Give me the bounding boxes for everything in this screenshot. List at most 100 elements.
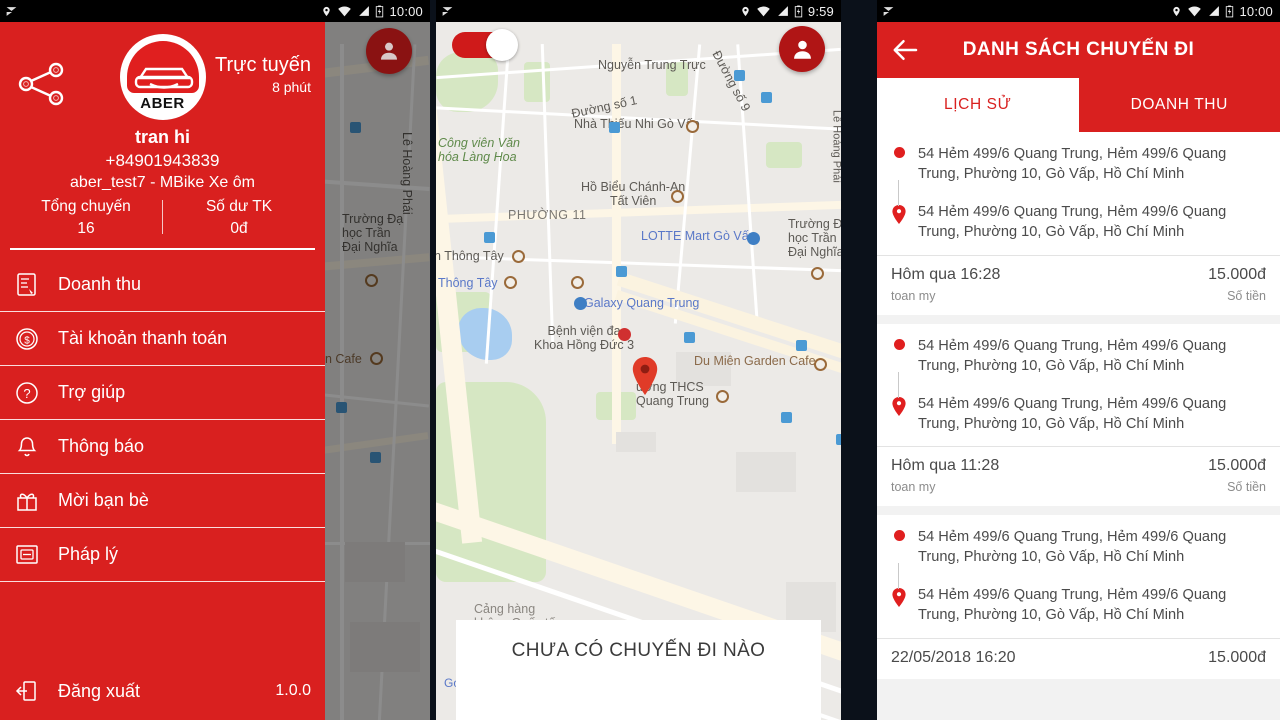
trip-time: Hôm qua 11:28 <box>891 457 1000 474</box>
car-icon <box>134 67 193 89</box>
stat-balance: Số dư TK 0đ <box>163 198 315 238</box>
map-label: LOTTE Mart Gò Vấp <box>641 229 756 243</box>
phone-panel-drawer: Lê Hoàng Phái Trường Đạ học Trần Đại Nghĩa… <box>0 0 430 720</box>
trip-card[interactable]: 54 Hẻm 499/6 Quang Trung, Hẻm 499/6 Quan… <box>877 132 1280 315</box>
online-status-duration: 8 phút <box>272 79 311 95</box>
online-status: Trực tuyến 8 phút <box>215 54 311 95</box>
trip-meta-left: Hôm qua 11:28 toan my <box>891 457 999 494</box>
map-canvas[interactable]: Nguyễn Trung Trực Đường số 1 Đường số 9 … <box>436 22 841 720</box>
online-status-title: Trực tuyến <box>214 54 311 76</box>
person-icon <box>793 40 811 59</box>
trip-passenger: toan my <box>891 480 936 494</box>
page-title: DANH SÁCH CHUYẾN ĐI <box>962 39 1195 60</box>
app-version: 1.0.0 <box>275 682 311 699</box>
status-bar: 10:00 <box>877 0 1280 22</box>
menu-item-legal[interactable]: Pháp lý <box>0 528 325 582</box>
tab-history[interactable]: LỊCH SỬ <box>877 78 1079 132</box>
stat-value: 0đ <box>230 220 248 237</box>
app-notification-icon <box>6 6 17 16</box>
status-bar-left <box>882 5 895 18</box>
location-icon <box>323 6 331 16</box>
map-label: Thông Tây <box>438 276 498 290</box>
trip-time: 22/05/2018 16:20 <box>891 648 1016 666</box>
menu-item-label: Pháp lý <box>58 544 119 564</box>
menu-item-label: Tài khoản thanh toán <box>58 328 228 348</box>
wifi-icon <box>757 6 770 17</box>
menu-item-help[interactable]: ? Trợ giúp <box>0 366 325 420</box>
toggle-knob <box>486 29 518 61</box>
user-stats: Tổng chuyến 16 Số dư TK 0đ <box>10 198 315 238</box>
avatar-button[interactable] <box>366 28 412 74</box>
battery-icon <box>794 5 803 17</box>
screenshot-root: Lê Hoàng Phái Trường Đạ học Trần Đại Nghĩa… <box>0 0 1280 720</box>
signal-icon <box>359 6 370 16</box>
svg-text:$: $ <box>24 335 30 346</box>
menu-item-label: Mời bạn bè <box>58 490 149 510</box>
dropoff-address: 54 Hẻm 499/6 Quang Trung, Hẻm 499/6 Quan… <box>918 395 1227 432</box>
route-connector <box>898 563 899 589</box>
logout-icon <box>14 678 40 704</box>
dropoff-pin-icon <box>891 585 907 608</box>
map-label: PHƯỜNG 11 <box>508 208 587 222</box>
wallet-icon: $ <box>14 326 40 352</box>
map-label: Công viên Văn hóa Làng Hoa <box>438 136 521 164</box>
trip-card[interactable]: 54 Hẻm 499/6 Quang Trung, Hẻm 499/6 Quan… <box>877 323 1280 506</box>
map-pin-icon[interactable] <box>632 357 658 395</box>
dropoff-address: 54 Hẻm 499/6 Quang Trung, Hẻm 499/6 Quan… <box>918 204 1227 241</box>
menu-item-invite-friends[interactable]: Mời bạn bè <box>0 474 325 528</box>
pickup-address: 54 Hẻm 499/6 Quang Trung, Hẻm 499/6 Quan… <box>918 146 1227 183</box>
logo-text: ABER <box>140 95 185 112</box>
trip-meta-left: 22/05/2018 16:20 <box>891 649 1016 667</box>
online-toggle[interactable] <box>452 29 518 61</box>
menu-item-notifications[interactable]: Thông báo <box>0 420 325 474</box>
tab-revenue[interactable]: DOANH THU <box>1079 78 1280 132</box>
svg-text:?: ? <box>23 386 30 401</box>
user-name: tran hi <box>134 127 190 147</box>
trip-passenger: toan my <box>891 288 936 303</box>
share-icon[interactable] <box>16 58 68 110</box>
trip-card[interactable]: 54 Hẻm 499/6 Quang Trung, Hẻm 499/6 Quan… <box>877 515 1280 679</box>
battery-icon <box>1226 5 1234 17</box>
pickup-row: 54 Hẻm 499/6 Quang Trung, Hẻm 499/6 Quan… <box>891 144 1268 184</box>
map-label: Lê Hoàng Phái <box>830 110 841 183</box>
stat-total-trips: Tổng chuyến 16 <box>10 198 162 238</box>
pickup-row: 54 Hẻm 499/6 Quang Trung, Hẻm 499/6 Quan… <box>891 336 1268 376</box>
drawer-header: Trực tuyến 8 phút ABER tran hi +84901943… <box>0 22 325 258</box>
map-label: Galaxy Quang Trung <box>584 296 700 310</box>
gift-icon <box>14 488 40 514</box>
trip-addresses: 54 Hẻm 499/6 Quang Trung, Hẻm 499/6 Quan… <box>877 515 1280 638</box>
aber-logo: ABER <box>119 34 206 120</box>
trip-meta-right: 15.000đ Số tiền <box>1208 266 1266 303</box>
map-label: Trường Đạhọc TrầnĐại Nghĩa <box>788 217 841 259</box>
status-bar-right: 10:00 <box>1171 4 1273 19</box>
trip-meta: 22/05/2018 16:20 15.000đ <box>877 637 1280 679</box>
avatar-button[interactable] <box>779 26 825 72</box>
trip-amount: 15.000đ <box>1208 648 1266 666</box>
menu-item-revenue[interactable]: Doanh thu <box>0 258 325 312</box>
arrow-left-icon[interactable] <box>891 35 921 65</box>
trip-list[interactable]: 54 Hẻm 499/6 Quang Trung, Hẻm 499/6 Quan… <box>877 132 1280 720</box>
logout-label: Đăng xuất <box>58 680 141 701</box>
empty-state-text: CHƯA CÓ CHUYẾN ĐI NÀO <box>511 640 766 661</box>
status-bar-right: 9:59 <box>740 4 834 19</box>
pickup-dot-icon <box>891 144 907 166</box>
trip-meta: Hôm qua 11:28 toan my 15.000đ Số tiền <box>877 446 1280 506</box>
dropoff-address: 54 Hẻm 499/6 Quang Trung, Hẻm 499/6 Quan… <box>918 587 1227 624</box>
bell-icon <box>14 434 40 460</box>
trip-meta-left: Hôm qua 16:28 toan my <box>891 266 1000 303</box>
bottom-sheet: CHƯA CÓ CHUYẾN ĐI NÀO <box>456 620 821 720</box>
phone-panel-map: 9:59 Nguyễn Trung Trực Đường số 1 Đường … <box>436 0 841 720</box>
map-label: Du Miên Garden Cafe <box>694 354 816 368</box>
help-icon: ? <box>14 380 40 406</box>
menu-item-logout[interactable]: Đăng xuất 1.0.0 <box>0 674 325 720</box>
status-bar-left <box>441 5 454 18</box>
menu-item-payment-account[interactable]: $ Tài khoản thanh toán <box>0 312 325 366</box>
app-bar: DANH SÁCH CHUYẾN ĐI <box>877 22 1280 78</box>
app-notification-icon <box>883 6 894 16</box>
status-bar-clock: 10:00 <box>389 3 423 19</box>
route-connector <box>898 180 899 206</box>
wifi-icon <box>1188 6 1202 17</box>
route-connector <box>898 371 899 398</box>
legal-icon <box>14 542 40 568</box>
dropoff-row: 54 Hẻm 499/6 Quang Trung, Hẻm 499/6 Quan… <box>891 202 1268 242</box>
